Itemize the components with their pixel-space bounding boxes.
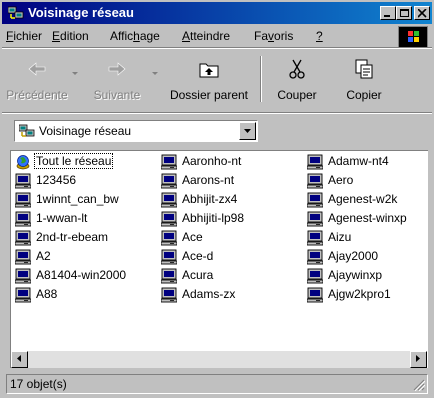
back-button[interactable]: Précédente — [2, 52, 72, 108]
list-item-label: Acura — [182, 268, 214, 282]
back-dropdown-icon[interactable] — [72, 72, 78, 75]
list-item-label: Aero — [328, 173, 354, 187]
forward-dropdown-icon[interactable] — [152, 72, 158, 75]
list-item-label: Adamw-nt4 — [328, 154, 389, 168]
forward-arrow-icon — [108, 62, 126, 76]
list-item-label: 1winnt_can_bw — [36, 192, 119, 206]
status-cell: 17 objet(s) — [6, 374, 428, 394]
explorer-window: Voisinage réseau Fichier Edition Afficha… — [0, 0, 434, 398]
menu-edition[interactable]: Edition — [52, 29, 89, 43]
file-list-view[interactable]: Ajgw2kpro1 Ajaywinxp Ajay2000 Aizu Agenest-w… — [10, 150, 428, 368]
list-item-label: Ajay2000 — [328, 249, 379, 263]
list-item-label: Abhijit-zx4 — [182, 192, 238, 206]
list-item-label: Aaronho-nt — [182, 154, 242, 168]
copy-button[interactable]: Copier — [332, 52, 396, 108]
computer-icon — [306, 211, 324, 227]
menu-atteindre[interactable]: Atteindre — [182, 29, 230, 43]
menu-favoris[interactable]: Favoris — [254, 29, 293, 43]
parent-folder-button[interactable]: Dossier parent — [162, 52, 256, 108]
computer-icon — [306, 192, 324, 208]
list-item-label: Ajgw2kpro1 — [328, 287, 391, 301]
list-item-label: Ace-d — [182, 249, 214, 263]
close-icon — [418, 9, 427, 18]
minimize-icon — [384, 15, 390, 17]
list-item-label: A2 — [36, 249, 51, 263]
address-combobox[interactable]: Voisinage réseau — [14, 120, 258, 142]
menu-bar: Fichier Edition Affichage Atteindre Favo… — [2, 26, 432, 48]
computer-icon — [306, 173, 324, 189]
status-bar: 17 objet(s) — [2, 372, 432, 396]
toolbar-separator — [260, 56, 262, 102]
computer-icon — [160, 154, 178, 170]
entire-network-globe-icon — [15, 154, 31, 170]
scroll-left-button[interactable] — [11, 351, 28, 368]
computer-icon — [160, 211, 178, 227]
toolbar: Précédente Suivante Dossier parent Coupe… — [2, 50, 432, 110]
network-neighborhood-icon — [19, 124, 35, 137]
list-item-label: A88 — [36, 287, 58, 301]
close-button[interactable] — [414, 6, 430, 20]
menu-affichage[interactable]: Affichage — [110, 29, 160, 43]
folder-up-icon — [199, 63, 219, 78]
address-value: Voisinage réseau — [39, 124, 132, 138]
list-item-label: A81404-win2000 — [36, 268, 127, 282]
menu-help[interactable]: ? — [316, 29, 323, 43]
chevron-down-icon — [244, 129, 251, 133]
computer-icon — [306, 268, 324, 284]
computer-icon — [160, 287, 178, 303]
list-item-label: Agenest-winxp — [328, 211, 407, 225]
computer-icon — [14, 192, 32, 208]
arrow-right-icon — [416, 355, 420, 362]
address-dropdown-button[interactable] — [239, 122, 256, 140]
computer-icon — [160, 268, 178, 284]
copy-icon — [355, 59, 373, 79]
arrow-left-icon — [17, 355, 21, 362]
list-item-label: 1-wwan-lt — [36, 211, 88, 225]
computer-icon — [160, 192, 178, 208]
computer-icon — [14, 249, 32, 265]
maximize-icon — [400, 9, 409, 17]
scissors-icon — [289, 59, 305, 79]
resize-grip-icon[interactable] — [413, 379, 425, 391]
computer-icon — [14, 287, 32, 303]
computer-icon — [14, 230, 32, 246]
list-item-label: Abhijiti-lp98 — [182, 211, 245, 225]
list-item-label: Ace — [182, 230, 203, 244]
computer-icon — [160, 230, 178, 246]
list-item-label: Adams-zx — [182, 287, 236, 301]
toolbar-bottom-separator — [2, 112, 432, 114]
computer-icon — [14, 211, 32, 227]
computer-icon — [306, 287, 324, 303]
computer-icon — [306, 154, 324, 170]
list-item-label: Agenest-w2k — [328, 192, 398, 206]
maximize-button[interactable] — [396, 6, 412, 20]
computer-icon — [160, 249, 178, 265]
window-title: Voisinage réseau — [28, 5, 134, 20]
computer-icon — [306, 249, 324, 265]
windows-logo-icon — [398, 26, 428, 48]
back-arrow-icon — [28, 62, 46, 76]
list-item-label: Aarons-nt — [182, 173, 235, 187]
title-bar[interactable]: Voisinage réseau — [2, 2, 432, 24]
list-item-label: 123456 — [36, 173, 77, 187]
list-item-label: Ajaywinxp — [328, 268, 383, 282]
computer-icon — [14, 268, 32, 284]
computer-icon — [306, 230, 324, 246]
computer-icon — [14, 173, 32, 189]
address-bar: Voisinage réseau — [2, 116, 432, 146]
scroll-right-button[interactable] — [410, 351, 427, 368]
list-item-label: Aizu — [328, 230, 352, 244]
list-item-label: 2nd-tr-ebeam — [36, 230, 109, 244]
cut-button[interactable]: Couper — [266, 52, 328, 108]
computer-icon — [160, 173, 178, 189]
menu-fichier[interactable]: Fichier — [6, 29, 42, 43]
horizontal-scrollbar[interactable] — [11, 351, 427, 368]
network-neighborhood-icon — [8, 6, 24, 19]
status-text: 17 objet(s) — [10, 377, 67, 391]
menu-separator — [2, 47, 432, 49]
forward-button[interactable]: Suivante — [84, 52, 150, 108]
minimize-button[interactable] — [380, 6, 396, 20]
list-item-label: Tout le réseau — [33, 153, 114, 169]
